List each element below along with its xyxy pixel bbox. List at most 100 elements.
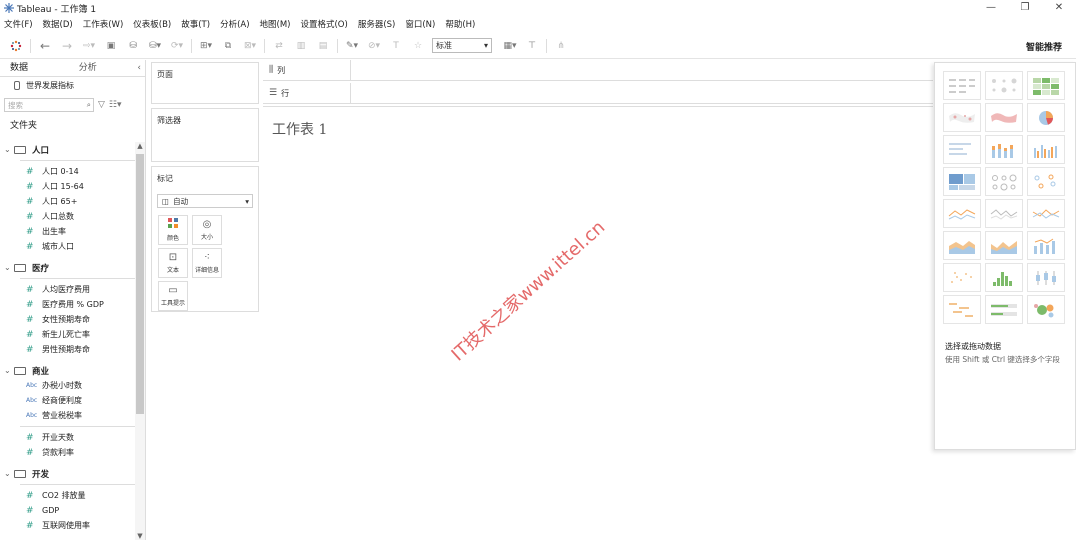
field-item[interactable]: Abc 营业税税率 xyxy=(0,408,135,423)
menu-worksheet[interactable]: 工作表(W) xyxy=(83,18,124,30)
filled-map-chart[interactable] xyxy=(985,103,1023,132)
box-plot-chart[interactable] xyxy=(1027,263,1065,292)
field-item[interactable]: # 人均医疗费用 xyxy=(0,282,135,297)
new-datasource-icon[interactable]: ⛁ xyxy=(125,37,141,55)
field-item[interactable]: # 新生儿死亡率 xyxy=(0,327,135,342)
field-item[interactable]: # 互联网使用率 xyxy=(0,518,135,533)
sort-descending-icon[interactable]: ▤ xyxy=(315,37,331,55)
labels-icon[interactable]: T xyxy=(388,37,404,55)
rows-shelf[interactable]: ☰ 行 xyxy=(263,83,933,104)
clear-sheet-icon[interactable]: ⊠▾ xyxy=(242,37,258,55)
save-icon[interactable]: ▣ xyxy=(103,37,119,55)
undo-icon[interactable]: ← xyxy=(37,37,53,55)
group-health[interactable]: ⌄ 医疗 xyxy=(0,260,135,275)
field-list-scrollbar[interactable]: ▲ ▼ xyxy=(135,142,145,540)
mark-type-dropdown[interactable]: ◫ 自动 ▾ xyxy=(157,194,253,208)
show-cards-icon[interactable]: ▦▾ xyxy=(502,37,518,55)
treemap-chart[interactable] xyxy=(943,167,981,196)
menu-analysis[interactable]: 分析(A) xyxy=(220,18,249,30)
gantt-chart[interactable] xyxy=(943,295,981,324)
field-item[interactable]: Abc 办税小时数 xyxy=(0,378,135,393)
menu-server[interactable]: 服务器(S) xyxy=(358,18,396,30)
histogram-chart[interactable] xyxy=(985,263,1023,292)
circle-views-chart[interactable] xyxy=(985,167,1023,196)
replay-icon[interactable]: ⇨▾ xyxy=(81,37,97,55)
symbol-map-chart[interactable] xyxy=(943,103,981,132)
menu-help[interactable]: 帮助(H) xyxy=(445,18,475,30)
area-discrete-chart[interactable] xyxy=(985,231,1023,260)
datasource-item[interactable]: 世界发展指标 xyxy=(0,77,145,94)
chevron-down-icon[interactable]: ⌄ xyxy=(4,366,14,375)
bullet-graph-chart[interactable] xyxy=(985,295,1023,324)
group-development[interactable]: ⌄ 开发 xyxy=(0,466,135,481)
packed-bubbles-chart[interactable] xyxy=(1027,295,1065,324)
tab-analysis[interactable]: 分析 xyxy=(69,60,138,76)
group-population[interactable]: ⌄ 人口 xyxy=(0,142,135,157)
tab-data[interactable]: 数据 xyxy=(0,60,69,76)
scatter-plot-chart[interactable] xyxy=(943,263,981,292)
text-table-chart[interactable] xyxy=(943,71,981,100)
field-search-input[interactable]: 搜索 ⌕ xyxy=(4,98,94,112)
field-item[interactable]: # 医疗费用 % GDP xyxy=(0,297,135,312)
close-button[interactable]: ✕ xyxy=(1042,0,1076,16)
menu-story[interactable]: 故事(T) xyxy=(181,18,210,30)
duplicate-sheet-icon[interactable]: ⧉ xyxy=(220,37,236,55)
field-item[interactable]: # 出生率 xyxy=(0,224,135,239)
chevron-down-icon[interactable]: ⌄ xyxy=(4,263,14,272)
columns-shelf[interactable]: ⫼ 列 xyxy=(263,60,933,81)
field-item[interactable]: Abc 经商便利度 xyxy=(0,393,135,408)
new-worksheet-icon[interactable]: ⊞▾ xyxy=(198,37,214,55)
horizontal-bars-chart[interactable] xyxy=(943,135,981,164)
menu-window[interactable]: 窗口(N) xyxy=(405,18,435,30)
swap-icon[interactable]: ⇄ xyxy=(271,37,287,55)
menu-format[interactable]: 设置格式(O) xyxy=(300,18,347,30)
menu-file[interactable]: 文件(F) xyxy=(4,18,33,30)
redo-icon[interactable]: → xyxy=(59,37,75,55)
area-continuous-chart[interactable] xyxy=(943,231,981,260)
share-icon[interactable]: ⋔ xyxy=(553,37,569,55)
menu-data[interactable]: 数据(D) xyxy=(43,18,73,30)
side-by-side-circles-chart[interactable] xyxy=(1027,167,1065,196)
minimize-button[interactable]: — xyxy=(974,0,1008,16)
scrollbar-thumb[interactable] xyxy=(136,154,144,414)
field-item[interactable]: # 城市人口 xyxy=(0,239,135,254)
line-discrete-chart[interactable] xyxy=(985,199,1023,228)
color-button[interactable]: 颜色 xyxy=(158,215,188,245)
side-by-side-bars-chart[interactable] xyxy=(1027,135,1065,164)
menu-map[interactable]: 地图(M) xyxy=(260,18,291,30)
scroll-up-icon[interactable]: ▲ xyxy=(135,142,145,150)
sort-ascending-icon[interactable]: ▥ xyxy=(293,37,309,55)
field-item[interactable]: # 人口 0-14 xyxy=(0,164,135,179)
pie-chart[interactable] xyxy=(1027,103,1065,132)
field-item[interactable]: # 人口总数 xyxy=(0,209,135,224)
filters-card[interactable]: 筛选器 xyxy=(151,108,259,162)
chevron-down-icon[interactable]: ⌄ xyxy=(4,145,14,154)
heat-map-chart[interactable] xyxy=(985,71,1023,100)
field-item[interactable]: # 开业天数 xyxy=(0,430,135,445)
tableau-icon[interactable] xyxy=(8,37,24,55)
pages-card[interactable]: 页面 xyxy=(151,62,259,104)
highlight-table-chart[interactable] xyxy=(1027,71,1065,100)
dual-line-chart[interactable] xyxy=(1027,199,1065,228)
field-item[interactable]: # 女性预期寿命 xyxy=(0,312,135,327)
maximize-button[interactable]: ❐ xyxy=(1008,0,1042,16)
field-item[interactable]: # CO2 排放量 xyxy=(0,488,135,503)
chevron-down-icon[interactable]: ⌄ xyxy=(4,469,14,478)
pause-update-icon[interactable]: ⛁▾ xyxy=(147,37,163,55)
group-business[interactable]: ⌄ 商业 xyxy=(0,363,135,378)
dual-combination-chart[interactable] xyxy=(1027,231,1065,260)
field-item[interactable]: # 男性预期寿命 xyxy=(0,342,135,357)
view-options-icon[interactable]: ☷▾ xyxy=(109,100,122,110)
field-item[interactable]: # 人口 15-64 xyxy=(0,179,135,194)
menu-dashboard[interactable]: 仪表板(B) xyxy=(133,18,171,30)
highlight-icon[interactable]: ✎▾ xyxy=(344,37,360,55)
group-icon[interactable]: ⊘▾ xyxy=(366,37,382,55)
show-me-button[interactable]: 智能推荐 xyxy=(1026,40,1062,53)
pin-icon[interactable]: ☆ xyxy=(410,37,426,55)
scroll-down-icon[interactable]: ▼ xyxy=(135,532,145,540)
view-canvas[interactable]: 工作表 1 IT技术之家www.ittel.cn xyxy=(263,106,933,540)
refresh-icon[interactable]: ⟳▾ xyxy=(169,37,185,55)
filter-icon[interactable]: ▽ xyxy=(98,100,105,110)
tooltip-button[interactable]: ▭ 工具提示 xyxy=(158,281,188,311)
presentation-icon[interactable]: ⊤ xyxy=(524,37,540,55)
